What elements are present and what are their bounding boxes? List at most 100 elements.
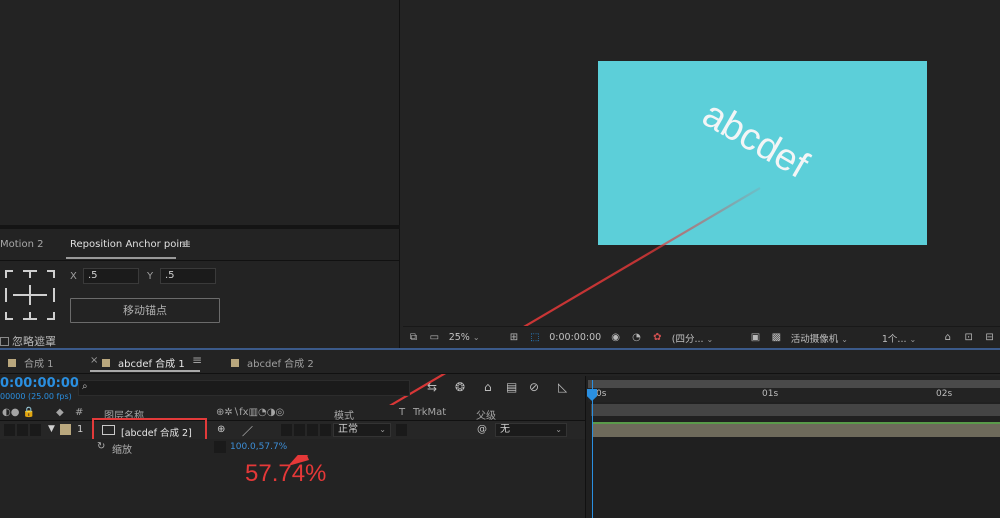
- layer-label-color[interactable]: [60, 424, 71, 435]
- camera-snapshot-icon[interactable]: ◉: [609, 332, 622, 343]
- layer-search-input[interactable]: [78, 380, 410, 396]
- tab-motion-2[interactable]: Motion 2: [0, 239, 43, 250]
- time-navigator[interactable]: [588, 380, 1000, 388]
- panel-menu-icon[interactable]: ≡: [181, 237, 191, 251]
- reset-exposure-icon[interactable]: ⊡: [962, 332, 975, 343]
- parent-value: 无: [500, 424, 510, 435]
- snapshot-preview-icon[interactable]: ⧉: [407, 332, 420, 343]
- frame-blending-icon[interactable]: ▤: [506, 380, 517, 394]
- anchor-grid-icon[interactable]: [3, 268, 57, 322]
- solo-toggle[interactable]: [30, 424, 41, 436]
- comp-color-chip: [8, 359, 16, 367]
- video-toggle[interactable]: [4, 424, 15, 436]
- composition-canvas[interactable]: abcdef: [598, 61, 927, 245]
- active-tab-underline: [90, 370, 200, 372]
- layer-number-header: #: [75, 407, 84, 418]
- timeline-tab-bar: 合成 1 × abcdef 合成 1 ≡ abcdef 合成 2: [0, 350, 1000, 374]
- ruler-label-2: 02s: [936, 389, 953, 399]
- tab-label: 合成 1: [24, 359, 54, 370]
- active-tab-underline: [66, 257, 176, 259]
- expand-arrow-icon[interactable]: ▼: [48, 424, 55, 434]
- ignore-mask-checkbox[interactable]: 忽略遮罩: [0, 333, 56, 349]
- stopwatch-icon[interactable]: ↻: [97, 441, 105, 452]
- tab-menu-icon[interactable]: ≡: [192, 353, 202, 367]
- preserve-transparency-toggle[interactable]: [396, 424, 407, 436]
- mode-value: 正常: [338, 424, 358, 435]
- label-icon[interactable]: ◆: [56, 407, 64, 418]
- switch-cell[interactable]: [307, 424, 318, 436]
- checkbox-box[interactable]: [0, 337, 9, 346]
- viewer-toolbar: ⧉ ▭ 25% ⌄ ⊞ ⬚ 0:00:00:00 ◉ ◔ ✿ (四分... ⌄ ▣ …: [403, 326, 1000, 348]
- tab-abcdef-comp-2[interactable]: abcdef 合成 2: [231, 355, 314, 370]
- tab-label: abcdef 合成 1: [118, 359, 185, 370]
- region-of-interest-icon[interactable]: ⬚: [528, 332, 541, 343]
- switch-cell[interactable]: [320, 424, 331, 436]
- ignore-mask-label: 忽略遮罩: [12, 335, 56, 348]
- close-tab-icon[interactable]: ×: [90, 355, 98, 366]
- fast-preview-icon[interactable]: ⊟: [983, 332, 996, 343]
- x-label: X: [70, 271, 77, 282]
- transparency-grid-icon[interactable]: ▩: [770, 332, 783, 343]
- switch-cell[interactable]: [281, 424, 292, 436]
- search-icon: ⌕: [82, 381, 88, 392]
- motion-blur-icon[interactable]: ⊘: [529, 380, 539, 394]
- toggle-view-icon[interactable]: ⌂: [941, 332, 954, 343]
- blend-mode-select[interactable]: 正常 ⌄: [333, 423, 391, 437]
- zoom-value: 25%: [448, 332, 470, 343]
- frame-rate: 00000 (25.00 fps): [0, 392, 72, 401]
- annotation-text: 57.74%: [245, 460, 327, 487]
- channels-icon[interactable]: ✿: [651, 332, 664, 343]
- av-features-icon[interactable]: ◐● 🔒: [2, 407, 35, 418]
- timeline-timecode[interactable]: 0:00:00:00: [0, 376, 79, 391]
- show-snapshot-icon[interactable]: ◔: [630, 332, 643, 343]
- parent-select[interactable]: 无 ⌄: [495, 423, 567, 437]
- tab-abcdef-comp-1[interactable]: abcdef 合成 1: [102, 355, 185, 370]
- current-time[interactable]: 0:00:00:00: [549, 332, 601, 343]
- layer-duration-bar[interactable]: [593, 422, 1000, 437]
- fit-frame-icon[interactable]: ⊞: [508, 332, 521, 343]
- camera-dropdown[interactable]: 活动摄像机 ⌄: [791, 331, 874, 345]
- trkmat-header: TrkMat: [413, 407, 447, 418]
- scale-value[interactable]: 100.0,57.7%: [230, 442, 287, 452]
- property-row-scale[interactable]: [0, 439, 585, 455]
- ruler-label-0: 0s: [596, 389, 607, 399]
- resolution-dropdown[interactable]: (四分... ⌄: [672, 331, 741, 345]
- move-anchor-button[interactable]: 移动锚点: [70, 298, 220, 323]
- layer-number: 1: [77, 424, 84, 435]
- link-toggle[interactable]: [214, 441, 226, 453]
- tab-separator: [0, 260, 400, 261]
- composition-flowchart-icon[interactable]: ⇆: [427, 380, 437, 394]
- tab-comp-1[interactable]: 合成 1: [8, 355, 54, 370]
- views-dropdown[interactable]: 1个... ⌄: [882, 331, 933, 345]
- views-value: 1个...: [881, 333, 907, 345]
- hide-shy-layers-icon[interactable]: ⌂: [484, 380, 492, 394]
- audio-toggle[interactable]: [17, 424, 28, 436]
- zoom-dropdown[interactable]: 25% ⌄: [449, 332, 480, 343]
- y-label: Y: [147, 271, 154, 282]
- ruler-label-1: 01s: [762, 389, 779, 399]
- t-header: T: [399, 407, 406, 418]
- tab-label: abcdef 合成 2: [247, 359, 314, 370]
- monitor-icon[interactable]: ▭: [428, 332, 441, 343]
- camera-value: 活动摄像机: [790, 333, 839, 345]
- shy-switch-icon[interactable]: ⊕: [217, 424, 225, 435]
- region-icon[interactable]: ▣: [749, 332, 762, 343]
- y-input[interactable]: .5: [160, 268, 216, 284]
- quality-switch-icon[interactable]: ／: [242, 423, 253, 439]
- parent-header: 父级: [476, 411, 496, 422]
- graph-editor-icon[interactable]: ◺: [558, 380, 567, 394]
- scale-property-label: 缩放: [112, 445, 132, 456]
- draft-3d-icon[interactable]: ❂: [455, 380, 465, 394]
- comp-text-layer[interactable]: abcdef: [695, 93, 815, 187]
- project-panel: [0, 0, 400, 225]
- layer-header-row: ◐● 🔒 ◆ # 图层名称 ⊕✲∖fx▥◔◑◎ 模式 T TrkMat 父级: [0, 405, 585, 422]
- x-input[interactable]: .5: [83, 268, 139, 284]
- effect-controls-panel: Motion 2 Reposition Anchor point ≡ X .5 …: [0, 229, 400, 350]
- work-area-bar[interactable]: [591, 404, 1000, 416]
- switch-cell[interactable]: [294, 424, 305, 436]
- mode-header: 模式: [334, 411, 354, 422]
- resolution-value: (四分...: [671, 333, 704, 345]
- switches-header: ⊕✲∖fx▥◔◑◎: [216, 407, 285, 418]
- tab-reposition-anchor-point[interactable]: Reposition Anchor point: [70, 239, 189, 250]
- pickwhip-icon[interactable]: @: [477, 424, 487, 435]
